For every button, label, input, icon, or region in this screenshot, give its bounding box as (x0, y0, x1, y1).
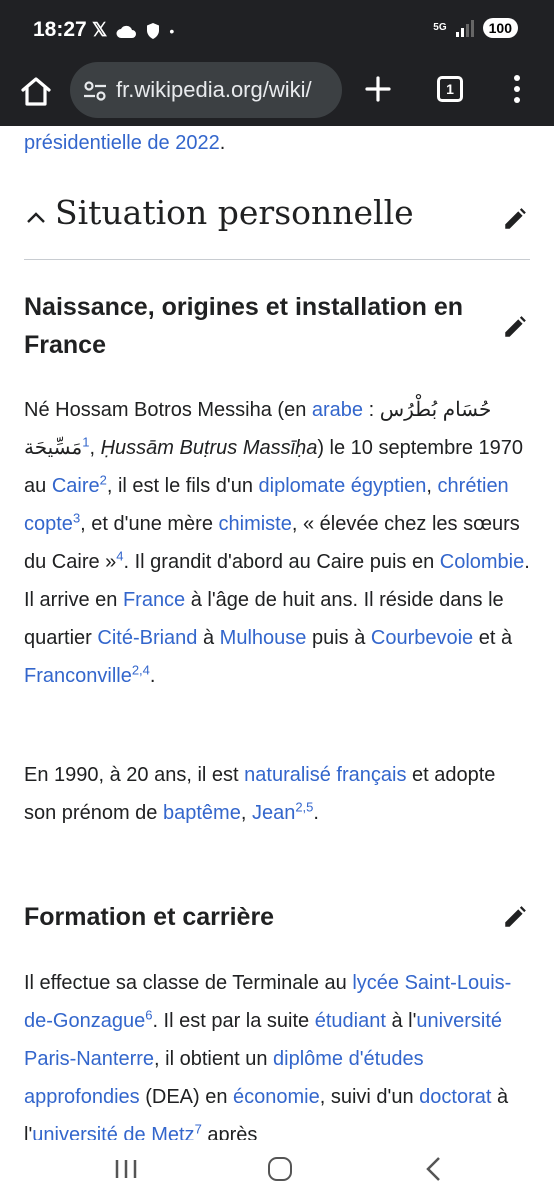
status-system-icons: 5G 100 (433, 18, 518, 38)
link-economie[interactable]: économie (233, 1086, 320, 1108)
subsection-title-formation: Formation et carrière (24, 903, 275, 931)
section-header[interactable]: Situation personnelle (24, 188, 530, 260)
browser-toolbar: fr.wikipedia.org/wiki/ 1 (0, 60, 554, 126)
notification-dot-icon: • (169, 22, 175, 39)
edit-pencil-icon[interactable] (502, 314, 528, 340)
back-icon[interactable] (424, 1156, 444, 1182)
link-jean[interactable]: Jean (252, 802, 295, 824)
link-mulhouse[interactable]: Mulhouse (220, 627, 307, 649)
more-options-icon[interactable] (505, 72, 529, 106)
ref-2[interactable]: 2 (100, 472, 107, 487)
ref-2-4[interactable]: 2,4 (132, 662, 150, 677)
shield-icon (147, 22, 160, 39)
home-icon[interactable] (18, 73, 54, 109)
link-arabe[interactable]: arabe (312, 399, 363, 421)
link-cite-briand[interactable]: Cité-Briand (97, 627, 197, 649)
battery-level: 100 (482, 18, 518, 38)
status-bar: 18:27 𝕏 • 5G 100 (0, 0, 554, 60)
link-colombie[interactable]: Colombie (440, 551, 524, 573)
ref-7[interactable]: 7 (195, 1121, 202, 1136)
link-doctorat[interactable]: doctorat (419, 1086, 491, 1108)
signal-icon (455, 20, 474, 37)
transliteration: Ḥussām Buṭrus Massīḥa (100, 437, 318, 459)
link-courbevoie[interactable]: Courbevoie (371, 627, 473, 649)
network-type: 5G (433, 22, 447, 33)
link-bapteme[interactable]: baptême (163, 802, 241, 824)
edit-pencil-icon[interactable] (502, 206, 528, 232)
address-bar[interactable]: fr.wikipedia.org/wiki/ (70, 62, 342, 118)
status-notification-icons: 𝕏 • (92, 19, 174, 42)
link-chimiste[interactable]: chimiste (219, 513, 292, 535)
recent-apps-icon[interactable] (114, 1158, 138, 1180)
system-nav-bar (0, 1140, 554, 1200)
edit-pencil-icon[interactable] (502, 904, 528, 930)
link-universite-metz[interactable]: université de Metz (32, 1124, 194, 1140)
link-presidentielle-2022[interactable]: présidentielle de 2022 (24, 132, 220, 154)
ref-2-5[interactable]: 2,5 (295, 799, 313, 814)
paragraph-naissance: Né Hossam Botros Messiha (en arabe : حُس… (24, 399, 530, 687)
article-content: présidentielle de 2022. Situation person… (0, 126, 554, 1140)
ref-4[interactable]: 4 (116, 548, 123, 563)
browser-chrome: 18:27 𝕏 • 5G 100 fr.wikipedia.org/wiki/ (0, 0, 554, 131)
link-france[interactable]: France (123, 589, 185, 611)
link-naturalise-francais[interactable]: naturalisé français (244, 764, 406, 786)
link-franconville[interactable]: Franconville (24, 665, 132, 687)
x-app-icon: 𝕏 (92, 20, 108, 41)
subsection-title-naissance: Naissance, origines et installation en F… (24, 293, 464, 359)
site-settings-icon[interactable] (82, 78, 108, 104)
paragraph-formation: Il effectue sa classe de Terminale au ly… (24, 964, 530, 1140)
status-time: 18:27 (33, 18, 87, 41)
chevron-up-icon[interactable] (24, 206, 48, 230)
paragraph-naturalisation: En 1990, à 20 ans, il est naturalisé fra… (24, 764, 496, 824)
home-nav-icon[interactable] (268, 1157, 292, 1181)
tab-switcher-button[interactable]: 1 (437, 76, 463, 102)
url-text: fr.wikipedia.org/wiki/ (116, 77, 312, 102)
link-etudiant[interactable]: étudiant (315, 1010, 386, 1032)
link-diplomate-egyptien[interactable]: diplomate égyptien (259, 475, 427, 497)
previous-paragraph-tail: présidentielle de 2022. (24, 132, 226, 154)
cloud-icon (116, 25, 137, 38)
new-tab-icon[interactable] (361, 72, 395, 106)
link-caire[interactable]: Caire (52, 475, 100, 497)
section-title: Situation personnelle (55, 193, 414, 232)
